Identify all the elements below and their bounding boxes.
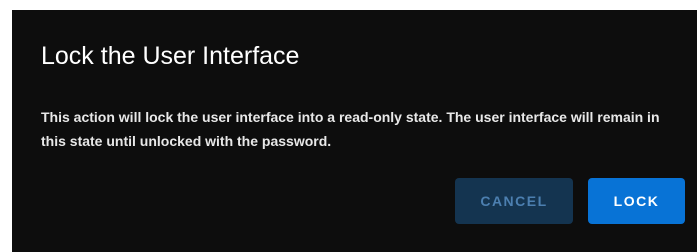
dialog-title: Lock the User Interface <box>41 42 300 70</box>
lock-ui-dialog: Lock the User Interface This action will… <box>12 10 697 252</box>
cancel-button[interactable]: CANCEL <box>455 178 573 224</box>
lock-button[interactable]: LOCK <box>588 178 685 224</box>
dialog-message: This action will lock the user interface… <box>41 109 660 149</box>
